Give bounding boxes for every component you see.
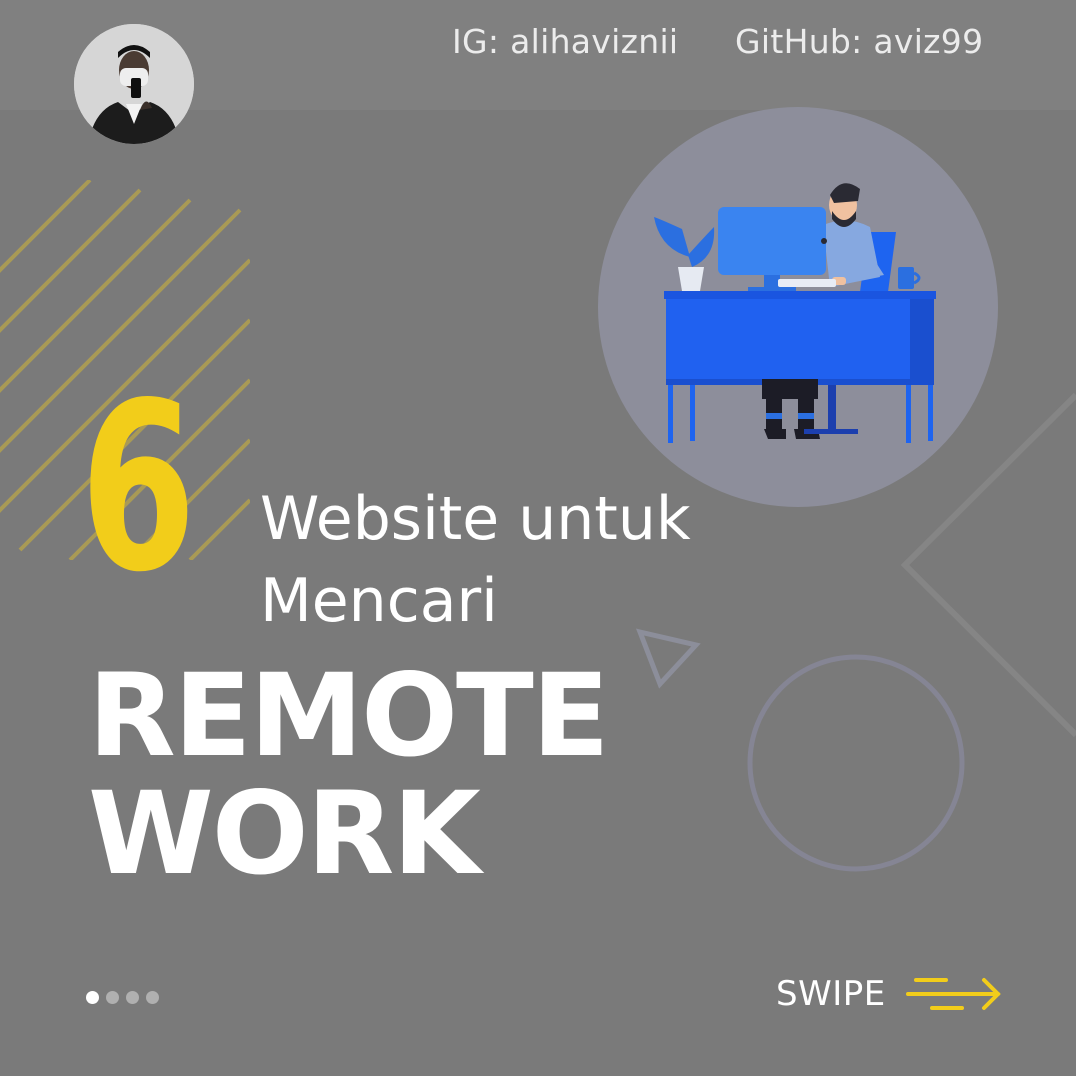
slide: IG: alihaviznii GitHub: aviz99 6 Website…	[0, 0, 1076, 1076]
swipe-label[interactable]: SWIPE	[776, 973, 886, 1015]
headline-title-line2: WORK	[88, 767, 481, 900]
page-dot-active[interactable]	[86, 991, 99, 1004]
page-indicator	[86, 991, 159, 1004]
avatar	[74, 24, 194, 144]
github-handle: GitHub: aviz99	[735, 22, 984, 61]
page-dot[interactable]	[106, 991, 119, 1004]
headline-number: 6	[80, 353, 196, 623]
circle-outline	[747, 654, 965, 872]
swipe-arrow-icon[interactable]	[906, 974, 1004, 1014]
page-dot[interactable]	[126, 991, 139, 1004]
headline-subtitle-line2: Mencari	[260, 566, 498, 636]
avatar-photo	[74, 24, 194, 144]
remote-worker-illustration	[654, 183, 936, 443]
headline-title-line1: REMOTE	[88, 649, 610, 782]
triangle-outline	[635, 628, 701, 689]
instagram-handle: IG: alihaviznii	[452, 22, 679, 61]
headline-subtitle-line1: Website untuk	[260, 484, 691, 554]
page-dot[interactable]	[146, 991, 159, 1004]
